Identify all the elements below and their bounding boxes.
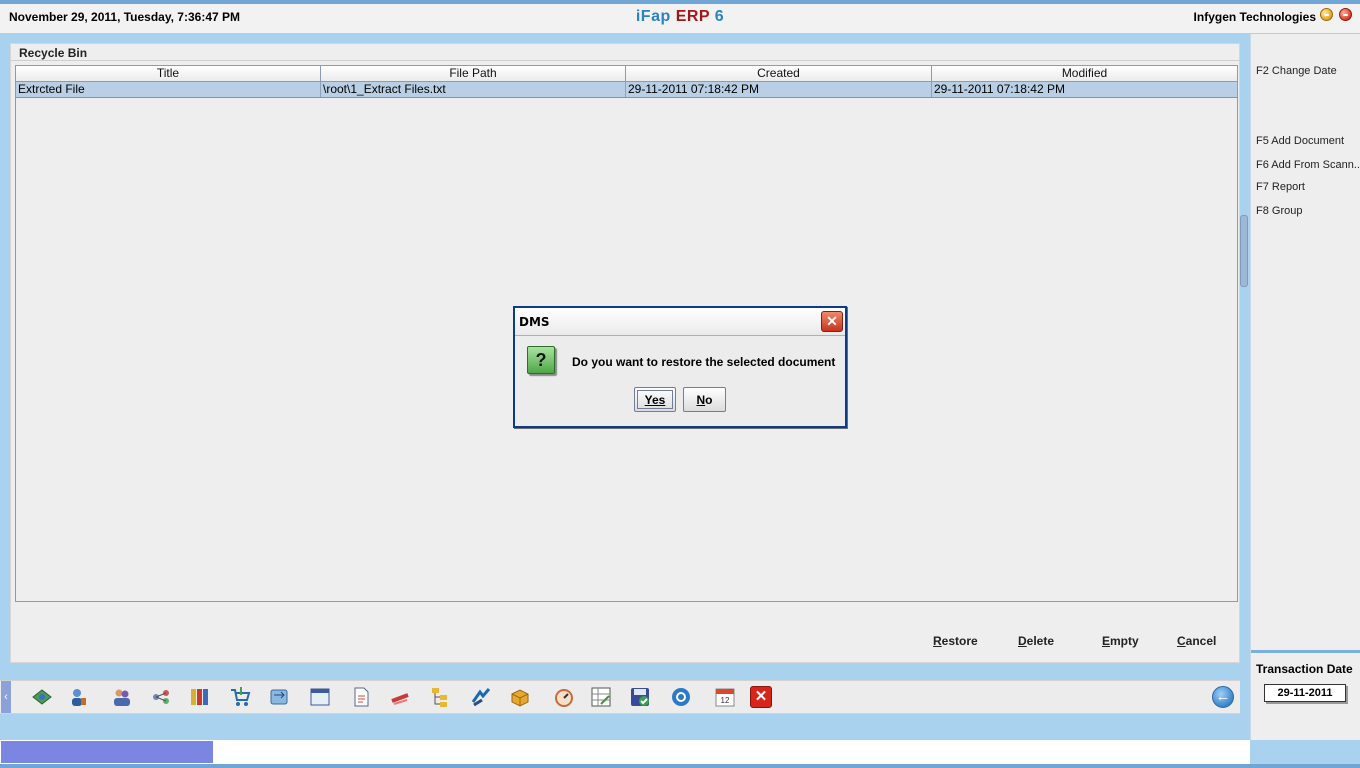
minimize-button[interactable] xyxy=(1320,8,1333,21)
cancel-mnemonic: C xyxy=(1177,634,1186,648)
company-name: Infygen Technologies xyxy=(1193,10,1316,24)
empty-button[interactable]: Empty xyxy=(1102,634,1139,648)
cart-icon[interactable] xyxy=(229,686,251,708)
shortcut-add-document[interactable]: F5 Add Document xyxy=(1256,135,1360,147)
folder-tree-icon[interactable] xyxy=(430,686,452,708)
table-header: Title File Path Created Modified xyxy=(16,66,1237,82)
question-icon: ? xyxy=(527,346,555,374)
exit-close-icon[interactable]: ✕ xyxy=(750,686,772,708)
delete-button[interactable]: Delete xyxy=(1018,634,1054,648)
no-label: o xyxy=(705,392,713,407)
user-phone-icon[interactable] xyxy=(67,686,89,708)
empty-mnemonic: E xyxy=(1102,634,1111,648)
map-icon[interactable] xyxy=(31,686,53,708)
dialog-close-icon[interactable]: ✕ xyxy=(821,311,843,332)
calendar-icon[interactable]: 12 xyxy=(714,686,736,708)
close-window-button[interactable] xyxy=(1339,8,1352,21)
cell-title[interactable]: Extrcted File xyxy=(16,82,321,97)
module-toolbar: ‹ 12 ✕ ← xyxy=(0,680,1240,714)
network-icon[interactable] xyxy=(150,686,172,708)
app-header: November 29, 2011, Tuesday, 7:36:47 PM i… xyxy=(0,4,1360,34)
transaction-date-label: Transaction Date xyxy=(1256,662,1353,676)
yes-mnemonic: Y xyxy=(644,392,652,407)
cancel-button[interactable]: Cancel xyxy=(1177,634,1216,648)
progress-bar-fill xyxy=(1,741,214,763)
cell-file-path[interactable]: \root\1_Extract Files.txt xyxy=(321,82,626,97)
gear-icon[interactable] xyxy=(670,686,692,708)
calendar-day-text: 12 xyxy=(721,696,730,705)
status-bar xyxy=(0,740,1250,764)
yes-label: es xyxy=(651,392,666,407)
no-button[interactable]: No xyxy=(683,387,726,412)
save-icon[interactable] xyxy=(629,686,651,708)
toolbar-scroll-left-icon[interactable]: ‹ xyxy=(1,681,11,713)
shortcut-change-date[interactable]: F2 Change Date xyxy=(1256,65,1360,77)
dialog-titlebar[interactable]: DMS ✕ xyxy=(515,308,845,336)
delete-label: elete xyxy=(1026,634,1055,648)
restore-button[interactable]: Restore xyxy=(933,634,978,648)
shortcut-group[interactable]: F8 Group xyxy=(1256,205,1360,217)
right-panel-divider xyxy=(1251,650,1360,653)
shortcut-panel: F2 Change Date F5 Add Document F6 Add Fr… xyxy=(1250,34,1360,740)
restore-mnemonic: R xyxy=(933,634,942,648)
users-icon[interactable] xyxy=(111,686,133,708)
transfer-icon[interactable] xyxy=(268,686,290,708)
column-header-title[interactable]: Title xyxy=(16,66,321,82)
no-mnemonic: N xyxy=(696,392,706,407)
cell-created[interactable]: 29-11-2011 07:18:42 PM xyxy=(626,82,932,97)
shortcut-report[interactable]: F7 Report xyxy=(1256,181,1360,193)
column-header-created[interactable]: Created xyxy=(626,66,932,82)
bottom-accent-stripe xyxy=(0,764,1360,768)
table-row[interactable]: Extrcted File \root\1_Extract Files.txt … xyxy=(16,82,1237,98)
window-icon[interactable] xyxy=(309,686,331,708)
shortcut-add-from-scanner[interactable]: F6 Add From Scann... xyxy=(1256,159,1360,171)
meter-icon[interactable] xyxy=(553,686,575,708)
arrows-icon[interactable] xyxy=(470,686,492,708)
document-icon[interactable] xyxy=(350,686,372,708)
delete-mnemonic: D xyxy=(1018,634,1027,648)
calculator-icon[interactable] xyxy=(590,686,612,708)
splitter-handle[interactable] xyxy=(1240,215,1248,287)
app-title-erp: ERP xyxy=(675,8,710,25)
column-header-modified[interactable]: Modified xyxy=(932,66,1237,82)
app-title: iFap ERP 6 xyxy=(0,8,1360,26)
restore-label: estore xyxy=(941,634,978,648)
cancel-label: ancel xyxy=(1185,634,1217,648)
panel-title: Recycle Bin xyxy=(19,46,88,60)
panel-title-divider xyxy=(11,60,1239,61)
app-title-ifap: iFap xyxy=(635,8,671,25)
dialog-title: DMS xyxy=(519,315,550,329)
yes-button[interactable]: Yes xyxy=(634,387,676,412)
dialog-message: Do you want to restore the selected docu… xyxy=(572,355,836,369)
back-arrow-icon[interactable]: ← xyxy=(1212,686,1234,708)
app-title-version: 6 xyxy=(714,8,725,25)
confirm-dialog: DMS ✕ ? Do you want to restore the selec… xyxy=(513,306,847,428)
column-header-file-path[interactable]: File Path xyxy=(321,66,626,82)
tools-icon[interactable] xyxy=(389,686,411,708)
empty-label: mpty xyxy=(1110,634,1139,648)
cell-modified[interactable]: 29-11-2011 07:18:42 PM xyxy=(932,82,1237,97)
box-icon[interactable] xyxy=(509,686,531,708)
books-icon[interactable] xyxy=(189,686,211,708)
transaction-date-field[interactable]: 29-11-2011 xyxy=(1264,684,1346,702)
